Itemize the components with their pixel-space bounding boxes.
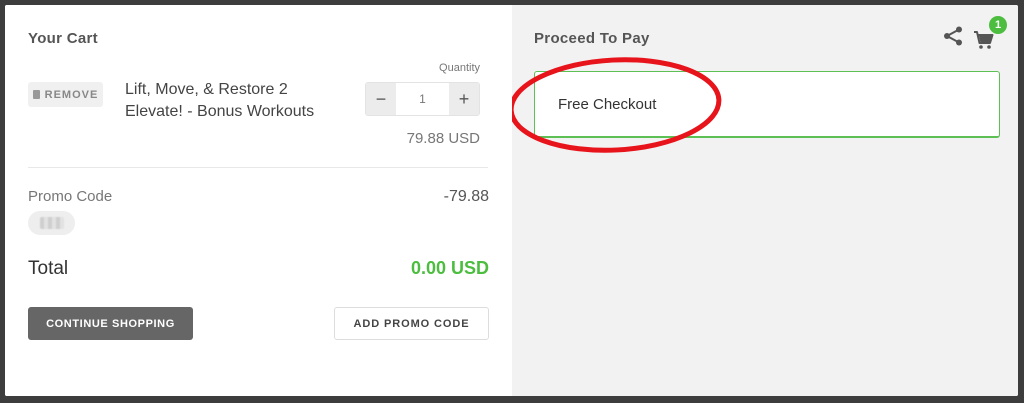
remove-label: REMOVE (44, 88, 99, 101)
promo-code-chip[interactable] (28, 211, 75, 235)
share-icon[interactable] (942, 25, 964, 47)
product-name-line2: Elevate! - Bonus Workouts (125, 103, 315, 120)
cart-section: Your Cart REMOVE Lift, Move, & Restore 2… (5, 5, 512, 396)
quantity-stepper: − 1 + (365, 82, 480, 116)
cart-count-badge: 1 (989, 16, 1007, 34)
cart-icon (974, 31, 994, 49)
quantity-decrement-button[interactable]: − (366, 83, 396, 115)
line-item-price: 79.88 USD (406, 130, 480, 147)
add-promo-code-button[interactable]: ADD PROMO CODE (334, 307, 489, 340)
payment-section: Proceed To Pay 1 Free Checkout (512, 5, 1018, 396)
product-name-line1: Lift, Move, & Restore 2 (125, 81, 288, 98)
total-amount: 0.00 USD (410, 258, 489, 278)
free-checkout-option[interactable]: Free Checkout (534, 71, 1000, 138)
remove-item-button[interactable]: REMOVE (28, 82, 103, 107)
quantity-increment-button[interactable]: + (449, 83, 479, 115)
quantity-input[interactable]: 1 (396, 83, 449, 115)
cart-button[interactable]: 1 (973, 16, 1007, 51)
continue-shopping-button[interactable]: CONTINUE SHOPPING (28, 307, 193, 340)
checkout-panel: Your Cart REMOVE Lift, Move, & Restore 2… (5, 5, 1018, 396)
proceed-to-pay-title: Proceed To Pay (534, 30, 650, 47)
total-label: Total (28, 258, 69, 279)
divider (28, 167, 488, 168)
product-name[interactable]: Lift, Move, & Restore 2 Elevate! - Bonus… (125, 79, 345, 123)
trash-icon (32, 90, 40, 99)
promo-code-label: Promo Code (28, 188, 113, 205)
redacted-promo-code (39, 217, 64, 229)
promo-discount-value: -79.88 (443, 188, 489, 205)
cart-title: Your Cart (28, 30, 98, 47)
quantity-label: Quantity (439, 62, 480, 74)
free-checkout-label: Free Checkout (558, 95, 657, 113)
